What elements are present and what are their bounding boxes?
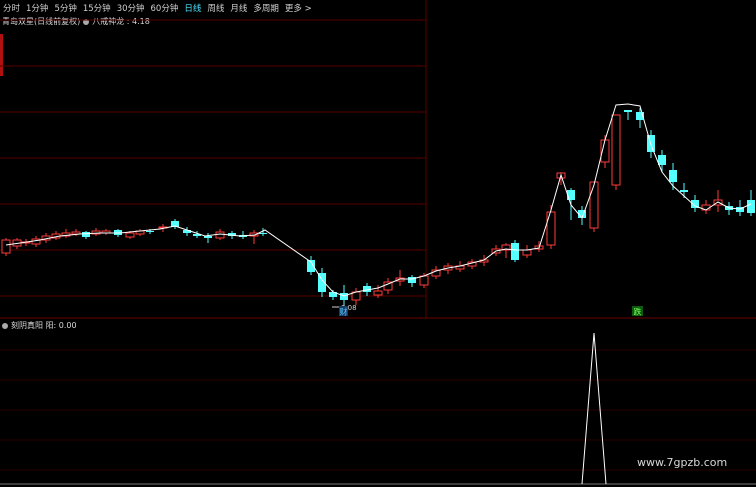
candle-body: [611, 114, 621, 186]
candle-body: [1, 239, 11, 254]
watermark: www.7gpzb.com: [637, 456, 728, 469]
candle-body: [259, 233, 267, 234]
candle-body: [658, 155, 666, 165]
chart-canvas[interactable]: 3.08 财 跌: [0, 0, 756, 487]
candle-body: [680, 190, 688, 192]
sub-indicator-title: 刻阴真阳 阳: 0.00: [11, 321, 77, 330]
sub-chart-title-row: 刻阴真阳 阳: 0.00: [2, 320, 77, 331]
candle-body: [624, 110, 632, 112]
sub-indicator-spike: [581, 332, 607, 485]
candle-body: [373, 290, 383, 296]
candle-body: [125, 232, 135, 238]
die-marker: 跌: [634, 307, 642, 317]
candle-body: [589, 181, 599, 229]
candle-body: [522, 249, 532, 256]
candlestick-series: [1, 108, 755, 312]
candle-body: [215, 231, 225, 239]
candle-body: [747, 200, 755, 213]
candle-body: [511, 243, 519, 260]
candle-body: [419, 275, 429, 286]
settings-dot-icon[interactable]: [2, 322, 8, 329]
candle-body: [82, 232, 90, 237]
candle-body: [669, 170, 677, 182]
indicator-line: [5, 103, 752, 297]
candle-body: [567, 190, 575, 200]
candle-body: [546, 211, 556, 246]
grid-lines: [0, 19, 756, 471]
candle-body: [146, 231, 154, 232]
cai-marker: 财: [340, 307, 348, 317]
